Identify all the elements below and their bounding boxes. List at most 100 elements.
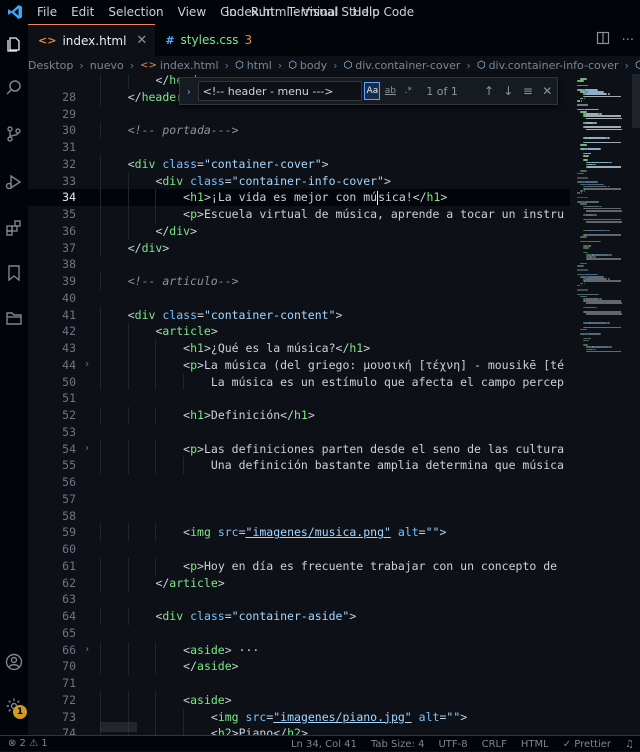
code-line[interactable]: 54 › <p>Las definiciones parten desde el s… <box>28 440 570 458</box>
code-line[interactable]: 42 <article> <box>28 323 570 340</box>
chevron-right-icon: › <box>333 58 338 72</box>
code-line[interactable]: 57 <box>28 491 570 508</box>
menu-terminal[interactable]: Terminal <box>281 0 346 24</box>
code-line[interactable]: 38 <box>28 256 570 273</box>
toggle-replace-icon[interactable]: › <box>180 85 198 98</box>
find-in-selection-icon[interactable]: ≡ <box>518 84 537 98</box>
code-line[interactable]: 71 <box>28 675 570 692</box>
problems-status[interactable]: ⊗ 2 ⚠ 1 <box>8 738 48 749</box>
minimap-line <box>583 190 585 192</box>
code-line[interactable]: 33 <div class="container-info-cover"> <box>28 172 570 190</box>
code-line[interactable]: 32 <div class="container-cover"> <box>28 155 570 173</box>
breadcrumb-item[interactable]: html <box>247 59 272 72</box>
code-line[interactable]: 31 <box>28 139 570 156</box>
code-line[interactable]: 35 <p>Escuela virtual de música, aprende … <box>28 206 570 223</box>
fold-chevron-icon[interactable]: › <box>84 642 90 659</box>
menu-view[interactable]: View <box>171 0 213 24</box>
menu-run[interactable]: Run <box>244 0 281 24</box>
token-punc: </ <box>155 223 170 238</box>
close-icon[interactable]: ✕ <box>136 33 147 48</box>
menu-selection[interactable]: Selection <box>101 0 170 24</box>
code-line[interactable]: 66 › <aside> ··· <box>28 641 570 659</box>
code-line[interactable]: 59 <img src="imagenes/musica.png" alt=""> <box>28 524 570 541</box>
breadcrumb-item[interactable]: div.container-cover <box>355 59 460 72</box>
token-punc: > <box>300 726 308 735</box>
code-line[interactable]: 62 </article> <box>28 574 570 592</box>
code-editor[interactable]: </header>28</header>2930<!-- portada--->… <box>28 74 570 735</box>
tab-index-html[interactable]: <> index.html ✕ <box>28 24 156 56</box>
tab-styles-css[interactable]: # styles.css 3 <box>155 24 261 56</box>
previous-match-icon[interactable]: ↑ <box>479 84 498 98</box>
tab-size-status[interactable]: Tab Size: 4 <box>371 739 425 750</box>
code-line[interactable]: 44 › <p>La música (del griego: μουσική [τέ… <box>28 356 570 374</box>
code-line[interactable]: 41 <div class="container-content"> <box>28 306 570 324</box>
notifications-bell-icon[interactable]: ♫ <box>625 739 634 750</box>
fold-chevron-icon[interactable]: › <box>84 441 90 458</box>
run-debug-icon[interactable] <box>0 168 28 196</box>
source-control-icon[interactable] <box>0 120 28 148</box>
menu-go[interactable]: Go <box>213 0 244 24</box>
code-line[interactable]: 37 </div> <box>28 239 570 257</box>
token-punc: </ <box>280 408 294 422</box>
project-manager-icon[interactable] <box>0 304 28 332</box>
menu-file[interactable]: File <box>30 0 64 24</box>
code-line[interactable]: 70 </aside> <box>28 658 570 675</box>
code-line[interactable]: 72 <aside> <box>28 691 570 709</box>
code-line[interactable]: 40 <box>28 290 570 307</box>
code-line[interactable]: 58 <box>28 508 570 525</box>
horizontal-scrollbar-thumb[interactable] <box>100 722 137 732</box>
code-line[interactable]: 34 <h1>¡La vida es mejor con música!</h1> <box>28 189 570 206</box>
token-text: Piano <box>238 726 274 735</box>
code-line[interactable]: 30 <!-- portada---> <box>28 122 570 139</box>
minimap[interactable] <box>570 74 632 735</box>
code-line[interactable]: 52 <h1>Definición</h1> <box>28 407 570 424</box>
close-icon[interactable]: ✕ <box>538 84 557 98</box>
cursor-position[interactable]: Ln 34, Col 41 <box>291 739 357 750</box>
search-icon[interactable] <box>0 74 28 102</box>
line-number: 52 <box>62 408 76 422</box>
menu-help[interactable]: Help <box>346 0 387 24</box>
indent-guide <box>155 524 157 541</box>
explorer-icon[interactable] <box>0 30 28 58</box>
code-line[interactable]: 56 <box>28 474 570 491</box>
code-line[interactable]: 39 <!-- articulo--> <box>28 273 570 290</box>
code-line[interactable]: 50 La música es un estímulo que afecta el… <box>28 373 570 391</box>
chevron-right-icon: › <box>224 58 229 72</box>
code-line[interactable]: 36 </div> <box>28 222 570 240</box>
breadcrumb-item[interactable]: nuevo <box>90 59 124 72</box>
extensions-icon[interactable] <box>0 214 28 242</box>
code-line[interactable]: 64 <div class="container-aside"> <box>28 608 570 625</box>
code-line[interactable]: 60 <box>28 541 570 558</box>
code-line[interactable]: 65 <box>28 625 570 642</box>
encoding-status[interactable]: UTF-8 <box>438 739 467 750</box>
menu-edit[interactable]: Edit <box>64 0 101 24</box>
prettier-status[interactable]: ✓ Prettier <box>563 739 611 750</box>
breadcrumb-item[interactable]: Desktop <box>28 59 73 72</box>
match-case-toggle[interactable]: Aa <box>364 82 381 100</box>
regex-toggle[interactable]: .* <box>400 82 416 100</box>
next-match-icon[interactable]: ↓ <box>499 84 518 98</box>
language-mode[interactable]: HTML <box>521 739 549 750</box>
code-line[interactable]: 43 <h1>¿Qué es la música?</h1> <box>28 340 570 357</box>
find-input[interactable] <box>197 81 363 101</box>
breadcrumb-item[interactable]: div.container-info-cover <box>489 59 619 72</box>
code-line[interactable]: 63 <box>28 591 570 608</box>
code-line[interactable]: 55 Una definición bastante amplia determi… <box>28 457 570 474</box>
split-editor-icon[interactable] <box>596 31 610 49</box>
breadcrumb-item[interactable]: body <box>300 59 327 72</box>
breadcrumb-item[interactable]: index.html <box>160 59 219 72</box>
eol-status[interactable]: CRLF <box>482 739 507 750</box>
settings-gear-icon[interactable]: 1 <box>0 692 28 720</box>
code-line[interactable]: 53 <box>28 424 570 441</box>
code-line[interactable]: 51 <box>28 390 570 407</box>
whole-word-toggle[interactable]: ab <box>382 82 398 100</box>
vertical-scrollbar[interactable] <box>632 74 640 735</box>
scrollbar-thumb[interactable] <box>632 74 640 128</box>
bookmarks-icon[interactable] <box>0 259 28 287</box>
code-line[interactable]: 61 <p>Hoy en día es frecuente trabajar co… <box>28 557 570 575</box>
accounts-icon[interactable] <box>0 648 28 676</box>
fold-chevron-icon[interactable]: › <box>84 357 90 374</box>
more-actions-icon[interactable]: ··· <box>622 33 634 48</box>
token-punc: > <box>224 692 232 707</box>
code-line[interactable]: 29 <box>28 106 570 123</box>
